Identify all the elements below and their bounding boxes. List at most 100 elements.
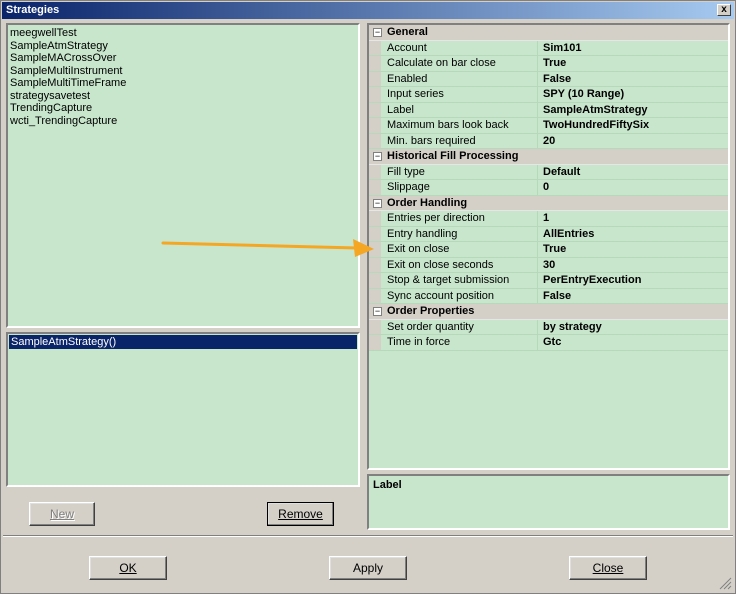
divider — [3, 535, 733, 537]
property-row[interactable]: Enabled False — [369, 71, 728, 88]
list-item[interactable]: meegwellTest — [10, 27, 356, 40]
list-item[interactable]: SampleMultiTimeFrame — [10, 77, 356, 90]
column-separator — [537, 164, 538, 179]
list-item[interactable]: strategysavetest — [10, 90, 356, 103]
configured-strategies-list[interactable]: SampleAtmStrategy() — [6, 332, 360, 487]
property-name: Entry handling — [387, 227, 458, 240]
column-separator — [537, 242, 538, 257]
property-value[interactable]: SampleAtmStrategy — [543, 103, 648, 119]
property-value[interactable]: Default — [543, 165, 580, 181]
category-historical[interactable]: − Historical Fill Processing — [369, 149, 728, 165]
property-value[interactable]: by strategy — [543, 320, 602, 336]
remove-button[interactable]: Remove — [267, 502, 334, 526]
property-row[interactable]: Entry handling AllEntries — [369, 226, 728, 243]
category-general[interactable]: − General — [369, 25, 728, 41]
property-value[interactable]: True — [543, 242, 566, 258]
property-row[interactable]: Calculate on bar close True — [369, 56, 728, 72]
property-name: Entries per direction — [387, 212, 485, 224]
strategies-window: Strategies x meegwellTest SampleAtmStrate… — [0, 0, 736, 594]
column-separator — [537, 211, 538, 226]
row-gutter — [369, 335, 381, 350]
property-row[interactable]: Exit on close seconds 30 — [369, 257, 728, 274]
property-row[interactable]: Input series SPY (10 Range) — [369, 87, 728, 103]
minus-box-icon[interactable]: − — [373, 28, 382, 37]
close-button[interactable]: Close — [569, 556, 647, 580]
property-row[interactable]: Account Sim101 — [369, 40, 728, 57]
property-row[interactable]: Slippage 0 — [369, 180, 728, 196]
description-title: Label — [373, 479, 402, 491]
property-row[interactable]: Label SampleAtmStrategy — [369, 102, 728, 119]
title-bar: Strategies x — [2, 2, 734, 19]
category-order-properties[interactable]: − Order Properties — [369, 304, 728, 320]
category-title: Order Handling — [387, 196, 468, 209]
row-gutter — [369, 211, 381, 226]
column-separator — [537, 71, 538, 86]
minus-box-icon[interactable]: − — [373, 152, 382, 161]
property-row[interactable]: Time in force Gtc — [369, 335, 728, 351]
row-gutter — [369, 40, 381, 55]
list-item[interactable]: TrendingCapture — [10, 102, 356, 115]
property-row[interactable]: Fill type Default — [369, 164, 728, 181]
column-separator — [537, 87, 538, 102]
property-row[interactable]: Min. bars required 20 — [369, 133, 728, 150]
property-name: Fill type — [387, 165, 425, 178]
list-item[interactable]: SampleMultiInstrument — [10, 65, 356, 78]
property-row[interactable]: Entries per direction 1 — [369, 211, 728, 227]
property-value[interactable]: False — [543, 289, 571, 305]
list-item[interactable]: SampleAtmStrategy — [10, 40, 356, 53]
property-value[interactable]: PerEntryExecution — [543, 273, 641, 289]
configured-strategy-item[interactable]: SampleAtmStrategy() — [9, 335, 357, 349]
property-name: Label — [387, 103, 414, 116]
minus-box-icon[interactable]: − — [373, 307, 382, 316]
list-item[interactable]: SampleMACrossOver — [10, 52, 356, 65]
resize-grip-icon[interactable] — [718, 576, 732, 590]
row-gutter — [369, 257, 381, 272]
column-separator — [537, 273, 538, 288]
property-value[interactable]: 20 — [543, 134, 555, 150]
column-separator — [537, 56, 538, 71]
property-row[interactable]: Maximum bars look back TwoHundredFiftySix — [369, 118, 728, 134]
property-name: Maximum bars look back — [387, 119, 509, 131]
category-title: General — [387, 26, 428, 38]
property-name: Enabled — [387, 72, 428, 85]
row-gutter — [369, 180, 381, 195]
property-value[interactable]: SPY (10 Range) — [543, 87, 624, 103]
new-button[interactable]: New — [29, 502, 95, 526]
column-separator — [537, 133, 538, 148]
property-name: Slippage — [387, 181, 430, 193]
description-panel: Label — [367, 474, 730, 530]
property-value[interactable]: False — [543, 72, 571, 88]
property-name: Exit on close — [387, 243, 450, 255]
row-gutter — [369, 102, 381, 117]
row-gutter — [369, 164, 381, 179]
row-gutter — [369, 71, 381, 86]
property-value[interactable]: 0 — [543, 180, 549, 196]
property-value[interactable]: TwoHundredFiftySix — [543, 118, 649, 134]
row-gutter — [369, 288, 381, 303]
property-value[interactable]: AllEntries — [543, 227, 594, 243]
property-value[interactable]: Sim101 — [543, 41, 582, 57]
column-separator — [537, 180, 538, 195]
close-icon[interactable]: x — [717, 4, 731, 16]
category-title: Order Properties — [387, 305, 475, 317]
apply-button[interactable]: Apply — [329, 556, 407, 580]
property-value[interactable]: 1 — [543, 211, 549, 227]
property-value[interactable]: Gtc — [543, 335, 561, 351]
property-row[interactable]: Set order quantity by strategy — [369, 319, 728, 336]
property-value[interactable]: True — [543, 56, 566, 72]
available-strategies-list[interactable]: meegwellTest SampleAtmStrategy SampleMACro… — [6, 23, 360, 328]
column-separator — [537, 335, 538, 350]
property-name: Sync account position — [387, 289, 495, 302]
property-row[interactable]: Sync account position False — [369, 288, 728, 305]
minus-box-icon[interactable]: − — [373, 198, 382, 208]
property-value[interactable]: 30 — [543, 258, 555, 274]
property-row[interactable]: Stop & target submission PerEntryExecutio… — [369, 273, 728, 289]
property-row[interactable]: Exit on close True — [369, 242, 728, 258]
list-item[interactable]: wcti_TrendingCapture — [10, 115, 356, 128]
category-order-handling[interactable]: − Order Handling — [369, 195, 728, 211]
row-gutter — [369, 133, 381, 148]
property-grid[interactable]: − General Account Sim101 Calculate on bar cl… — [367, 23, 730, 470]
row-gutter — [369, 118, 381, 133]
ok-button[interactable]: OK — [89, 556, 167, 580]
column-separator — [537, 40, 538, 55]
